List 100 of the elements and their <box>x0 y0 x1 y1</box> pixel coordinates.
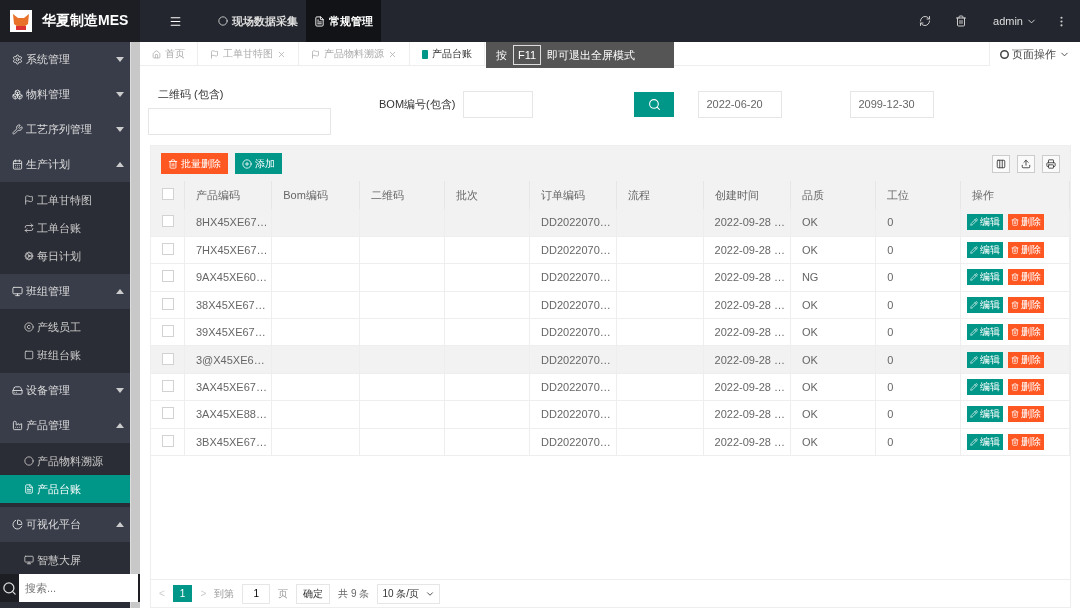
add-button[interactable]: 添加 <box>235 153 282 174</box>
sidebar-item[interactable]: 工单台账 <box>0 214 130 242</box>
sidebar-item[interactable]: 智慧大屏 <box>0 546 130 574</box>
table-cell: 2022-09-28 … <box>703 263 791 292</box>
pencil-icon <box>970 355 979 364</box>
monitor-icon <box>24 555 34 565</box>
edit-button[interactable]: 编辑 <box>967 269 1004 286</box>
delete-button[interactable]: 删除 <box>1008 242 1045 259</box>
sidebar-group[interactable]: 物料管理 <box>0 77 130 112</box>
page-actions-menu[interactable]: 页面操作 <box>989 42 1080 66</box>
sidebar-group[interactable]: 班组管理 <box>0 274 130 309</box>
checkbox[interactable] <box>162 380 174 393</box>
sidebar-group[interactable]: 可视化平台 <box>0 507 130 542</box>
sidebar-item[interactable]: 产线员工 <box>0 313 130 341</box>
delete-button[interactable]: 删除 <box>1008 351 1045 368</box>
repeat-icon <box>24 223 34 233</box>
sidebar-group[interactable]: 产品管理 <box>0 408 130 443</box>
table-cell: 0 <box>875 291 961 319</box>
table-cell: 2022-09-28 … <box>703 373 791 401</box>
sidebar-group[interactable]: 系统管理 <box>0 42 130 77</box>
edit-button[interactable]: 编辑 <box>967 433 1004 450</box>
input-field[interactable] <box>463 90 534 118</box>
edit-button[interactable]: 编辑 <box>967 379 1004 396</box>
page-input[interactable]: 1 <box>242 583 271 604</box>
page-size-select[interactable]: 10 条/页 <box>377 583 441 604</box>
nav-tab[interactable]: 常规管理 <box>306 0 381 42</box>
document-icon <box>24 484 34 494</box>
trash-icon <box>1011 300 1020 309</box>
columns-icon[interactable] <box>992 154 1010 173</box>
delete-button[interactable]: 删除 <box>1008 379 1045 396</box>
page-tab[interactable]: 产品台账 <box>410 42 485 66</box>
checkbox[interactable] <box>162 297 174 310</box>
document-icon <box>422 49 428 59</box>
print-icon[interactable] <box>1042 154 1060 173</box>
date-field[interactable]: 2022-06-20 <box>698 90 783 118</box>
calendar-icon <box>12 159 23 170</box>
table-cell: NG <box>790 263 876 292</box>
sidebar-item[interactable]: 每日计划 <box>0 242 130 270</box>
circle-icon <box>218 16 228 26</box>
caret-up-icon <box>116 522 124 527</box>
edit-button[interactable]: 编辑 <box>967 214 1004 231</box>
table-cell: 2022-09-28 … <box>703 318 791 346</box>
table-cell: 2022-09-28 … <box>703 291 791 319</box>
checkbox[interactable] <box>162 434 174 447</box>
checkbox[interactable] <box>162 243 174 256</box>
column-header: 二维码 <box>359 181 445 209</box>
checkbox[interactable] <box>162 325 174 338</box>
search-button[interactable] <box>634 91 675 117</box>
edit-button[interactable]: 编辑 <box>967 242 1004 259</box>
circle-icon <box>24 456 34 466</box>
checkbox[interactable] <box>162 407 174 420</box>
confirm-button[interactable]: 确定 <box>296 583 331 604</box>
delete-button[interactable]: 删除 <box>1008 406 1045 423</box>
trash-icon <box>1011 218 1020 227</box>
caret-up-icon <box>116 162 124 167</box>
edit-button[interactable]: 编辑 <box>967 406 1004 423</box>
user-menu[interactable]: admin <box>979 0 1043 42</box>
caret-up-icon <box>116 423 124 428</box>
batch-delete-button[interactable]: 批量删除 <box>161 153 228 174</box>
sidebar-item[interactable]: 产品台账 <box>0 475 130 503</box>
checkbox[interactable] <box>162 188 174 200</box>
delete-button[interactable]: 删除 <box>1008 214 1045 231</box>
checkbox[interactable] <box>162 352 174 365</box>
edit-button[interactable]: 编辑 <box>967 351 1004 368</box>
delete-button[interactable]: 删除 <box>1008 269 1045 286</box>
table-cell: 0 <box>875 263 961 292</box>
column-header: 批次 <box>444 181 530 209</box>
nav-tab[interactable]: 现场数据采集 <box>210 0 306 42</box>
page-tab[interactable]: 首页 <box>140 42 198 66</box>
hint-text: 按 <box>496 47 507 63</box>
sidebar-group[interactable]: 生产计划 <box>0 147 130 182</box>
edit-button[interactable]: 编辑 <box>967 324 1004 341</box>
caret-up-icon <box>116 289 124 294</box>
sidebar-item[interactable]: 产品物料溯源 <box>0 447 130 475</box>
sidebar-item[interactable]: 工单甘特图 <box>0 186 130 214</box>
input-field[interactable] <box>148 108 331 135</box>
search-field[interactable]: 搜索... <box>19 574 138 602</box>
scrollbar[interactable] <box>130 42 140 608</box>
delete-button[interactable]: 删除 <box>1008 296 1045 313</box>
table-cell: 3BX45XE67… <box>184 428 272 456</box>
edit-button[interactable]: 编辑 <box>967 296 1004 313</box>
page-number[interactable]: 1 <box>172 585 193 602</box>
date-field[interactable]: 2099-12-30 <box>850 90 935 118</box>
hint-text: 即可退出全屏模式 <box>547 47 636 63</box>
sidebar-group[interactable]: 工艺序列管理 <box>0 112 130 147</box>
page-tab[interactable]: 工单甘特图 <box>198 42 299 66</box>
table-cell: DD2022070… <box>529 291 617 319</box>
checkbox[interactable] <box>162 215 174 228</box>
table-cell: 8HX45XE67… <box>184 209 272 237</box>
delete-button[interactable]: 删除 <box>1008 324 1045 341</box>
app-title: 华夏制造MES <box>42 12 129 30</box>
page-tab[interactable]: 产品物料溯源 <box>299 42 410 66</box>
trash-icon <box>1011 383 1020 392</box>
export-icon[interactable] <box>1017 154 1035 173</box>
delete-button[interactable]: 删除 <box>1008 433 1045 450</box>
checkbox[interactable] <box>162 270 174 283</box>
sidebar-group[interactable]: 设备管理 <box>0 373 130 408</box>
wrench-icon <box>12 124 23 135</box>
flag-icon <box>311 49 320 59</box>
sidebar-item[interactable]: 班组台账 <box>0 341 130 369</box>
